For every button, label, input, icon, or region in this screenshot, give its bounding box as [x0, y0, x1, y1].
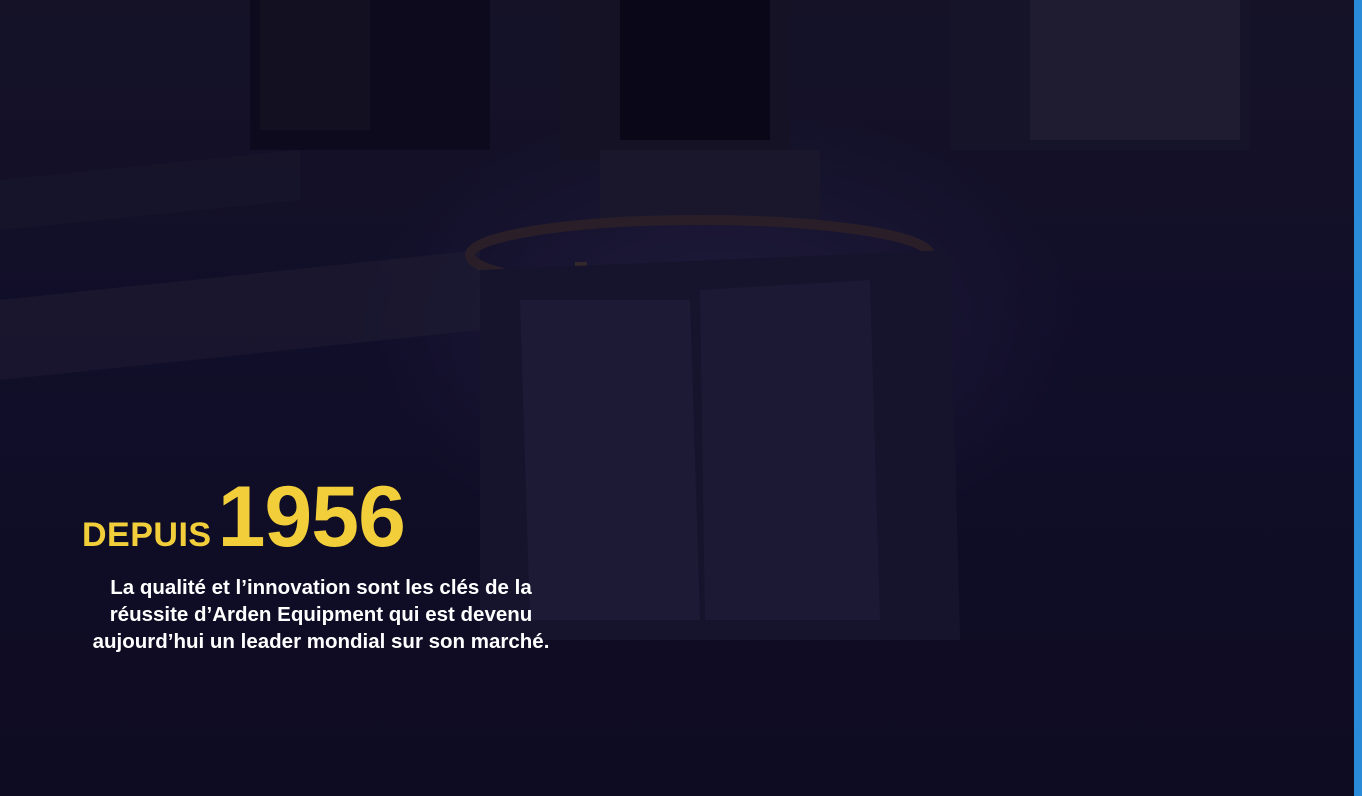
since-label: DEPUIS	[82, 516, 212, 554]
hero-section: DEPUIS 1956 La qualité et l’innovation s…	[0, 0, 1354, 796]
since-heading: DEPUIS 1956	[82, 469, 406, 565]
dark-overlay	[0, 0, 1354, 796]
scrollbar[interactable]	[1354, 0, 1362, 796]
founding-year: 1956	[217, 469, 406, 565]
hero-tagline: La qualité et l’innovation sont les clés…	[92, 576, 550, 653]
